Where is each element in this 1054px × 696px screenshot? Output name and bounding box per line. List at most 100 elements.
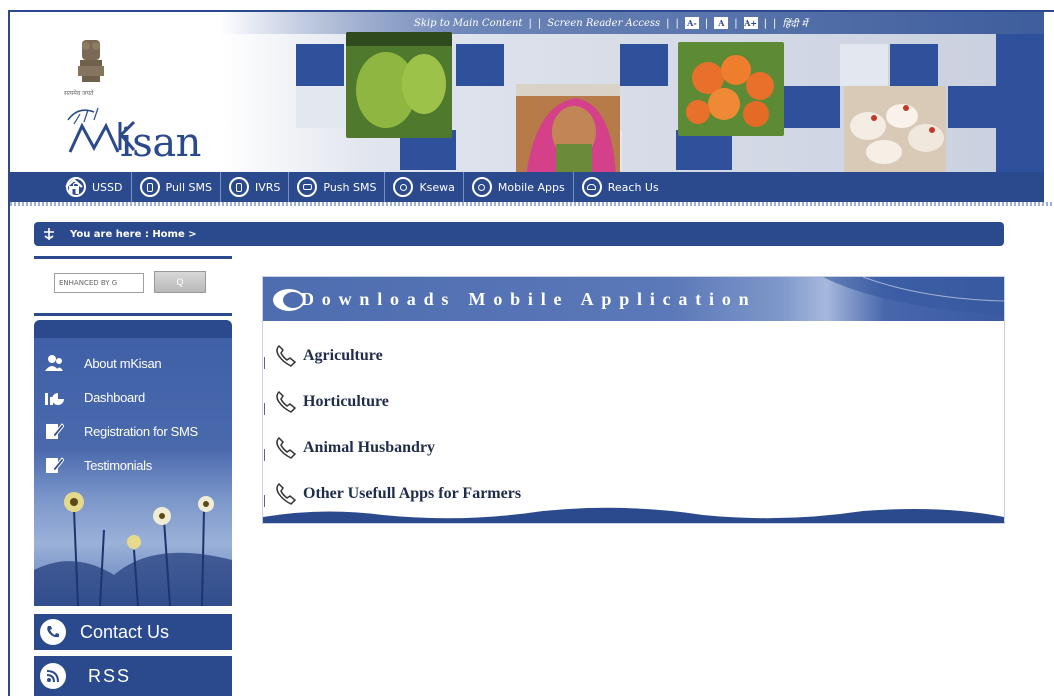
- chart-icon: [45, 393, 64, 405]
- sidebar-header-bar: [34, 320, 232, 338]
- phone-icon: [40, 619, 66, 645]
- nav-item-push-sms[interactable]: Push SMS: [288, 172, 384, 202]
- banner-tile: [456, 44, 504, 86]
- separator: |: [675, 17, 679, 29]
- phone-wave-icon: [228, 177, 249, 197]
- nav-label: Mobile Apps: [497, 180, 565, 194]
- screen-reader-link[interactable]: Screen Reader Access: [547, 18, 660, 29]
- search-input[interactable]: ENHANCED BY G: [54, 273, 144, 293]
- rss-label: RSS: [88, 665, 132, 686]
- sidebar-item-dashboard[interactable]: Dashboard: [44, 380, 198, 414]
- sidebar-item-about[interactable]: About mKisan: [44, 346, 198, 380]
- sidebar-item-label: Dashboard: [84, 389, 145, 405]
- home-icon[interactable]: [64, 177, 84, 197]
- sidebar-menu-panel: About mKisan Dashboard Registration for …: [34, 320, 232, 606]
- sidebar-item-registration[interactable]: Registration for SMS: [44, 414, 198, 448]
- sidebar-item-label: About mKisan: [84, 355, 162, 371]
- logo-wordmark: isan: [120, 120, 201, 166]
- download-item-label: Animal Husbandry: [303, 439, 436, 456]
- downloads-header: Downloads Mobile Application: [263, 277, 1004, 321]
- banner-tile: [620, 44, 668, 86]
- downloads-panel: Downloads Mobile Application Agriculture…: [262, 276, 1005, 524]
- edit-icon: [46, 423, 64, 439]
- nav-label: Push SMS: [323, 180, 377, 194]
- download-item-label: Horticulture: [303, 393, 389, 410]
- separator: |: [773, 17, 777, 29]
- nav-label: USSD: [92, 180, 123, 194]
- contact-us-button[interactable]: Contact Us: [34, 614, 232, 650]
- download-item-agriculture[interactable]: Agriculture: [264, 333, 521, 379]
- hindi-language-link[interactable]: हिंदी में: [782, 16, 807, 30]
- person-icon: [471, 177, 492, 197]
- main-nav: USSD Pull SMS IVRS Push SMS Ksewa Mobile…: [10, 172, 1044, 202]
- separator: |: [666, 17, 670, 29]
- banner-tile: [948, 86, 996, 128]
- flowers-image: [34, 492, 232, 606]
- national-emblem-icon: [78, 40, 104, 82]
- banner-tile: [296, 86, 344, 128]
- nav-item-reach-us[interactable]: Reach Us: [572, 172, 667, 202]
- separator: |: [704, 17, 709, 29]
- sidebar-item-label: Registration for SMS: [84, 423, 198, 439]
- font-normal-button[interactable]: A: [714, 17, 729, 29]
- font-decrease-button[interactable]: A-: [684, 17, 699, 29]
- nav-label: Reach Us: [607, 180, 659, 194]
- search-button[interactable]: Q: [154, 271, 206, 293]
- separator: |: [734, 17, 738, 29]
- banner-tile: [840, 44, 888, 86]
- phone-handset-icon: [276, 390, 297, 413]
- breadcrumb: You are here : Home >: [34, 222, 1004, 246]
- download-item-animal-husbandry[interactable]: Animal Husbandry: [264, 425, 521, 471]
- banner-tile: [676, 130, 732, 170]
- nav-label: IVRS: [254, 180, 281, 194]
- banner-tile: [890, 44, 938, 86]
- woman-on-phone-photo: [516, 84, 620, 172]
- download-item-horticulture[interactable]: Horticulture: [264, 379, 521, 425]
- location-icon: [44, 228, 54, 240]
- accessibility-bar: Skip to Main Content | | Screen Reader A…: [414, 16, 807, 30]
- sidebar-item-label: Testimonials: [84, 457, 152, 473]
- nav-item-ivrs[interactable]: IVRS: [219, 172, 288, 202]
- separator: |: [528, 17, 532, 29]
- tick-mark: [264, 449, 265, 461]
- tick-mark: [264, 403, 265, 415]
- edit-icon: [46, 457, 64, 473]
- nav-divider: [10, 202, 1054, 206]
- separator: |: [763, 17, 768, 29]
- rss-button[interactable]: RSS: [34, 656, 232, 696]
- font-increase-button[interactable]: A+: [743, 17, 758, 29]
- mobile-icon: [139, 177, 160, 197]
- oranges-photo: [678, 42, 784, 136]
- telephone-icon: [581, 177, 602, 197]
- contact-us-label: Contact Us: [80, 621, 170, 642]
- jackfruit-photo: [346, 32, 452, 138]
- poultry-photo: [844, 86, 946, 172]
- emblem-caption: सत्यमेव जयते: [64, 90, 94, 97]
- nav-label: Ksewa: [419, 180, 455, 194]
- search-panel: ENHANCED BY G Q: [34, 256, 232, 316]
- person-icon: [393, 177, 414, 197]
- separator: |: [537, 17, 542, 29]
- users-icon: [45, 355, 63, 371]
- downloads-list: Agriculture Horticulture Animal Husbandr…: [264, 333, 522, 517]
- tick-mark: [264, 357, 265, 369]
- nav-item-mobile-apps[interactable]: Mobile Apps: [462, 172, 573, 202]
- banner-tile: [296, 44, 344, 86]
- download-item-label: Other Usefull Apps for Farmers: [303, 485, 522, 502]
- sms-bubble-icon: [297, 177, 318, 197]
- breadcrumb-text[interactable]: You are here : Home >: [70, 229, 197, 240]
- downloads-title: Downloads Mobile Application: [301, 289, 757, 309]
- nav-item-pull-sms[interactable]: Pull SMS: [130, 172, 220, 202]
- skip-to-main-link[interactable]: Skip to Main Content: [414, 18, 522, 29]
- sidebar-item-testimonials[interactable]: Testimonials: [44, 448, 198, 482]
- nav-item-ksewa[interactable]: Ksewa: [384, 172, 462, 202]
- search-button-label: Q: [176, 277, 184, 287]
- rss-icon: [40, 663, 66, 689]
- footer-wave-decoration: [263, 507, 1004, 523]
- banner-tile: [784, 86, 840, 128]
- banner-tile: [996, 34, 1044, 172]
- nav-label: Pull SMS: [165, 180, 212, 194]
- phone-handset-icon: [276, 436, 297, 459]
- download-item-label: Agriculture: [303, 347, 383, 364]
- sidebar-menu: About mKisan Dashboard Registration for …: [44, 346, 198, 482]
